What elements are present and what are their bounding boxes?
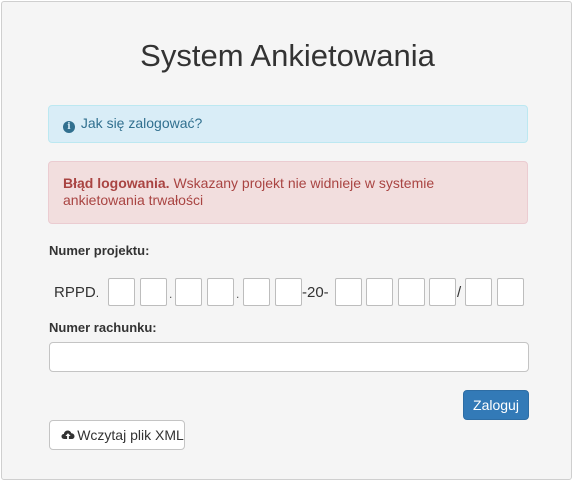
project-number-label: Numer projektu: — [49, 243, 150, 258]
project-segment-1[interactable] — [108, 278, 135, 306]
project-segment-3[interactable] — [175, 278, 202, 306]
project-segment-12[interactable] — [497, 278, 524, 306]
project-dot-separator: . — [169, 287, 173, 301]
project-segment-8[interactable] — [366, 278, 393, 306]
info-alert-link[interactable]: Jak się zalogować? — [81, 115, 202, 131]
project-segment-11[interactable] — [465, 278, 492, 306]
account-number-input[interactable] — [49, 342, 529, 372]
info-circle-icon: i — [63, 121, 75, 133]
project-segment-6[interactable] — [275, 278, 302, 306]
load-xml-button[interactable]: Wczytaj plik XML — [49, 420, 185, 450]
login-panel: System Ankietowania i Jak się zalogować?… — [1, 1, 572, 480]
page-title: System Ankietowania — [140, 38, 435, 73]
login-button[interactable]: Zaloguj — [463, 390, 529, 420]
load-xml-label: Wczytaj plik XML — [77, 427, 184, 443]
info-alert[interactable]: i Jak się zalogować? — [48, 105, 528, 143]
project-slash-separator: / — [457, 284, 462, 301]
cloud-upload-icon — [61, 422, 75, 441]
project-year-separator: -20- — [302, 284, 329, 301]
project-segment-5[interactable] — [243, 278, 270, 306]
project-segment-7[interactable] — [335, 278, 362, 306]
project-segment-10[interactable] — [429, 278, 456, 306]
project-segment-4[interactable] — [207, 278, 234, 306]
project-dot-separator: . — [236, 287, 240, 301]
error-alert-title: Błąd logowania. — [63, 175, 170, 191]
project-segment-2[interactable] — [140, 278, 167, 306]
error-alert: Błąd logowania. Wskazany projekt nie wid… — [48, 161, 528, 224]
project-segment-9[interactable] — [398, 278, 425, 306]
account-number-label: Numer rachunku: — [49, 320, 157, 335]
project-prefix: RPPD. — [54, 284, 100, 301]
